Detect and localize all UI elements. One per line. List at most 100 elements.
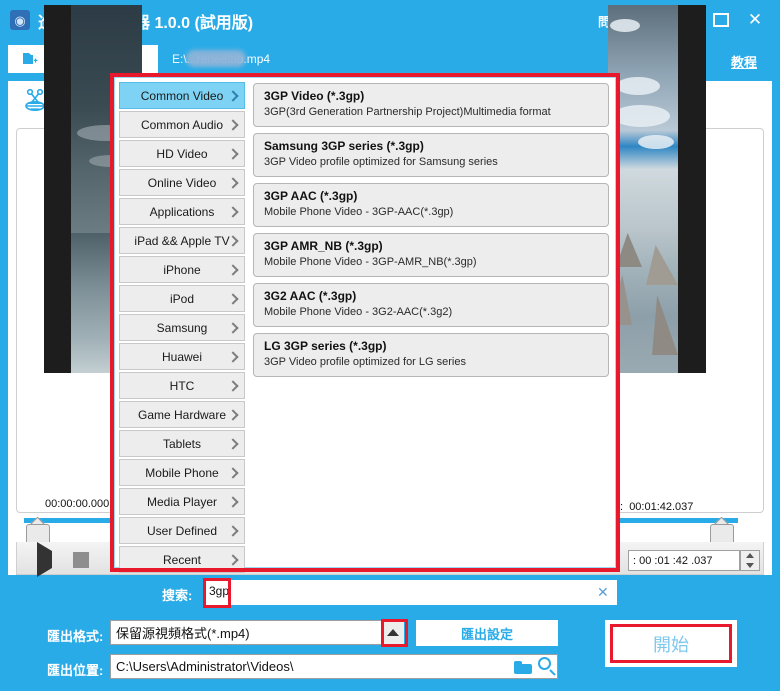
category-item-recent[interactable]: Recent — [119, 546, 245, 573]
category-item-ipod[interactable]: iPod — [119, 285, 245, 312]
format-item[interactable]: 3GP AMR_NB (*.3gp) Mobile Phone Video - … — [253, 233, 609, 277]
chevron-right-icon — [227, 118, 239, 131]
chevron-up-icon[interactable] — [382, 621, 404, 644]
format-item[interactable]: 3GP Video (*.3gp) 3GP(3rd Generation Par… — [253, 83, 609, 127]
search-label: 搜索: — [162, 588, 193, 603]
chevron-right-icon — [227, 263, 239, 276]
category-item-mobile-phone[interactable]: Mobile Phone — [119, 459, 245, 486]
chevron-right-icon — [227, 495, 239, 508]
duration-value: 00:01:42.037 — [629, 501, 694, 513]
format-item[interactable]: 3GP AAC (*.3gp) Mobile Phone Video - 3GP… — [253, 183, 609, 227]
chevron-right-icon — [227, 553, 239, 566]
export-location-label: 匯出位置: — [47, 663, 104, 678]
search-input[interactable] — [205, 580, 617, 605]
format-item[interactable]: Samsung 3GP series (*.3gp) 3GP Video pro… — [253, 133, 609, 177]
add-file-icon — [22, 51, 40, 67]
chevron-right-icon — [227, 466, 239, 479]
format-desc: 3GP Video profile optimized for LG serie… — [264, 356, 466, 368]
export-location-input[interactable]: C:\Users\Administrator\Videos\ — [110, 654, 558, 679]
search-input-value: 3gp — [209, 584, 230, 598]
category-item-user-defined[interactable]: User Defined — [119, 517, 245, 544]
stop-icon[interactable] — [73, 552, 89, 568]
format-desc: Mobile Phone Video - 3G2-AAC(*.3g2) — [264, 306, 453, 318]
close-icon[interactable]: ✕ — [742, 8, 768, 32]
format-title: 3G2 AAC (*.3gp) — [264, 289, 357, 303]
category-item-ipad-apple-tv[interactable]: iPad && Apple TV — [119, 227, 245, 254]
category-item-iphone[interactable]: iPhone — [119, 256, 245, 283]
duration-input[interactable]: : 00 :01 :42 .037 — [628, 550, 740, 571]
export-format-select[interactable]: 保留源視頻格式(*.mp4) — [110, 620, 400, 645]
category-item-online-video[interactable]: Online Video — [119, 169, 245, 196]
category-label: Tablets — [162, 436, 202, 451]
format-title: 3GP Video (*.3gp) — [264, 89, 365, 103]
category-item-game-hardware[interactable]: Game Hardware — [119, 401, 245, 428]
chevron-right-icon — [227, 524, 239, 537]
category-item-applications[interactable]: Applications — [119, 198, 245, 225]
category-label: HD Video — [156, 146, 208, 161]
chevron-right-icon — [227, 176, 239, 189]
category-item-tablets[interactable]: Tablets — [119, 430, 245, 457]
format-item[interactable]: LG 3GP series (*.3gp) 3GP Video profile … — [253, 333, 609, 377]
category-label: Media Player — [146, 494, 218, 509]
app-window: ◉ 進階影片剪輯器 1.0.0 (試用版) 問題回饋 ✕ 添加檔案 E:\...… — [0, 0, 780, 691]
duration-input-value: : 00 :01 :42 .037 — [633, 554, 713, 567]
category-label: Common Audio — [140, 117, 224, 132]
format-title: 3GP AMR_NB (*.3gp) — [264, 239, 383, 253]
preview-video-right[interactable] — [608, 5, 706, 373]
category-item-samsung[interactable]: Samsung — [119, 314, 245, 341]
category-label: Applications — [149, 204, 215, 219]
format-item[interactable]: 3G2 AAC (*.3gp) Mobile Phone Video - 3G2… — [253, 283, 609, 327]
format-desc: 3GP(3rd Generation Partnership Project)M… — [264, 106, 551, 118]
category-label: Game Hardware — [137, 407, 227, 422]
category-label: HTC — [169, 378, 195, 393]
chevron-right-icon — [227, 437, 239, 450]
category-item-htc[interactable]: HTC — [119, 372, 245, 399]
chevron-right-icon — [227, 292, 239, 305]
export-format-label: 匯出格式: — [47, 629, 104, 644]
search-row: 搜索: 3gp ✕ — [117, 578, 617, 608]
folder-icon[interactable] — [514, 661, 532, 674]
maximize-icon[interactable] — [708, 8, 734, 32]
chevron-right-icon — [227, 408, 239, 421]
format-title: LG 3GP series (*.3gp) — [264, 339, 387, 353]
export-format-value: 保留源視頻格式(*.mp4) — [116, 626, 250, 641]
filename-redaction — [186, 50, 246, 67]
category-label: Mobile Phone — [145, 465, 219, 480]
category-label: iPad && Apple TV — [134, 233, 230, 248]
chevron-right-icon — [227, 205, 239, 218]
category-item-hd-video[interactable]: HD Video — [119, 140, 245, 167]
category-label: Recent — [162, 552, 202, 567]
category-item-common-audio[interactable]: Common Audio — [119, 111, 245, 138]
category-item-common-video[interactable]: Common Video — [119, 82, 245, 109]
category-label: iPhone — [163, 262, 201, 277]
start-button[interactable]: 開始 — [605, 620, 737, 667]
category-label: Online Video — [147, 175, 217, 190]
chevron-right-icon — [227, 379, 239, 392]
category-label: Samsung — [156, 320, 208, 335]
format-dropdown-panel[interactable]: Common Video Common Audio HD Video Onlin… — [114, 77, 616, 573]
export-location-value: C:\Users\Administrator\Videos\ — [116, 659, 294, 674]
format-desc: 3GP Video profile optimized for Samsung … — [264, 156, 498, 168]
film-reel-icon: ◉ — [10, 10, 30, 30]
chevron-right-icon — [227, 147, 239, 160]
format-desc: Mobile Phone Video - 3GP-AAC(*.3gp) — [264, 206, 454, 218]
category-label: Huawei — [161, 349, 203, 364]
format-list: 3GP Video (*.3gp) 3GP(3rd Generation Par… — [248, 78, 615, 567]
format-title: 3GP AAC (*.3gp) — [264, 189, 358, 203]
export-settings-button[interactable]: 匯出設定 — [416, 620, 558, 646]
chevron-right-icon — [227, 350, 239, 363]
category-label: User Defined — [146, 523, 218, 538]
chevron-right-icon — [227, 321, 239, 334]
category-label: Common Video — [140, 88, 224, 103]
magnifier-icon[interactable] — [538, 657, 557, 676]
play-icon[interactable] — [37, 542, 55, 577]
spinner-updown-icon[interactable] — [740, 550, 760, 571]
preview-left-time: 00:00:00.000 — [45, 498, 110, 510]
format-category-list: Common Video Common Audio HD Video Onlin… — [115, 78, 248, 573]
category-item-huawei[interactable]: Huawei — [119, 343, 245, 370]
format-title: Samsung 3GP series (*.3gp) — [264, 139, 424, 153]
category-item-media-player[interactable]: Media Player — [119, 488, 245, 515]
tutorial-link[interactable]: 教程 — [731, 52, 757, 71]
category-label: iPod — [169, 291, 195, 306]
clear-x-icon[interactable]: ✕ — [597, 584, 609, 601]
